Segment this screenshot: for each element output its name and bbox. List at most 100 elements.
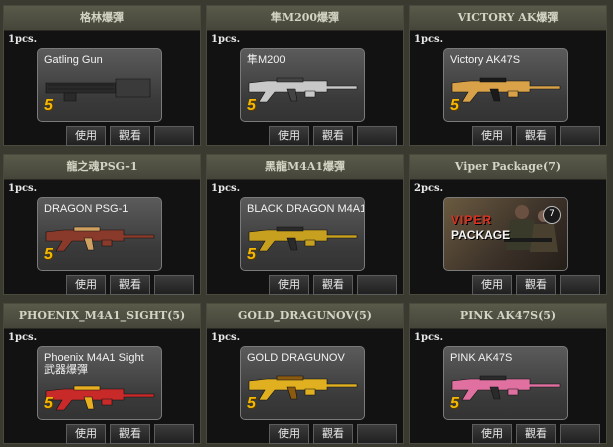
use-button[interactable]: 使用 xyxy=(66,275,106,295)
weapon-name: GOLD DRAGUNOV xyxy=(247,352,360,364)
item-title: Viper Package(7) xyxy=(410,155,606,180)
item-grid: 格林爆彈 1pcs. Gatling Gun 5 使用 觀看 隼M200爆彈 1pcs. 隼M2… xyxy=(0,0,613,447)
weapon-level: 5 xyxy=(44,97,53,114)
use-button[interactable]: 使用 xyxy=(269,424,309,444)
weapon-image xyxy=(45,226,155,252)
view-button[interactable]: 觀看 xyxy=(110,126,150,146)
weapon-name-text: GOLD DRAGUNOV xyxy=(247,352,345,364)
use-button[interactable]: 使用 xyxy=(269,126,309,146)
weapon-image xyxy=(248,226,358,252)
item-card[interactable]: Gatling Gun 5 xyxy=(37,48,162,122)
weapon-name-text: PINK AK47S xyxy=(450,352,513,364)
item-title: 隼M200爆彈 xyxy=(207,6,403,31)
item-card[interactable]: BLACK DRAGON M4A1 5 xyxy=(240,197,365,271)
weapon-level: 5 xyxy=(450,97,459,114)
empty-button-slot xyxy=(560,424,600,444)
use-button[interactable]: 使用 xyxy=(269,275,309,295)
view-button[interactable]: 觀看 xyxy=(516,424,556,444)
package-subtitle: PACKAGE xyxy=(451,228,511,242)
use-button[interactable]: 使用 xyxy=(472,126,512,146)
view-button[interactable]: 觀看 xyxy=(313,424,353,444)
weapon-name: Victory AK47S xyxy=(450,54,563,66)
package-title: VIPER xyxy=(451,213,493,227)
weapon-subtitle: 武器爆彈 xyxy=(44,364,88,376)
item-panel: 格林爆彈 1pcs. Gatling Gun 5 使用 觀看 xyxy=(3,5,201,146)
item-card[interactable]: PINK AK47S 5 xyxy=(443,346,568,420)
item-title: PINK AK47S(5) xyxy=(410,304,606,329)
item-quantity: 2pcs. xyxy=(414,183,444,194)
item-title: VICTORY AK爆彈 xyxy=(410,6,606,31)
view-button[interactable]: 觀看 xyxy=(110,275,150,295)
item-panel: 隼M200爆彈 1pcs. 隼M200 5 使用 觀看 xyxy=(206,5,404,146)
item-quantity: 1pcs. xyxy=(211,34,241,45)
weapon-image xyxy=(451,375,561,401)
weapon-image xyxy=(45,78,151,102)
empty-button-slot xyxy=(154,275,194,295)
empty-button-slot xyxy=(154,424,194,444)
weapon-name: Gatling Gun xyxy=(44,54,157,66)
item-quantity: 1pcs. xyxy=(8,183,38,194)
weapon-image xyxy=(451,77,561,103)
weapon-name-text: Gatling Gun xyxy=(44,54,103,66)
view-button[interactable]: 觀看 xyxy=(313,126,353,146)
item-panel: Viper Package(7) 2pcs. VIPER PACKAGE 7 使用 觀看 xyxy=(409,154,607,295)
view-button[interactable]: 觀看 xyxy=(313,275,353,295)
weapon-level: 5 xyxy=(44,395,53,412)
item-card[interactable]: Victory AK47S 5 xyxy=(443,48,568,122)
item-card[interactable]: Phoenix M4A1 Sight 武器爆彈 5 xyxy=(37,346,162,420)
item-panel: PHOENIX_M4A1_SIGHT(5) 1pcs. Phoenix M4A1 S… xyxy=(3,303,201,444)
weapon-name: BLACK DRAGON M4A1 xyxy=(247,203,364,215)
item-title: 黑龍M4A1爆彈 xyxy=(207,155,403,180)
empty-button-slot xyxy=(154,126,194,146)
item-panel: 黑龍M4A1爆彈 1pcs. BLACK DRAGON M4A1 5 使用 觀看 xyxy=(206,154,404,295)
weapon-name: 隼M200 xyxy=(247,54,360,66)
item-title: 格林爆彈 xyxy=(4,6,200,31)
item-panel: GOLD_DRAGUNOV(5) 1pcs. GOLD DRAGUNOV 5 使用 觀看 xyxy=(206,303,404,444)
item-quantity: 1pcs. xyxy=(8,332,38,343)
item-panel: 龍之魂PSG-1 1pcs. DRAGON PSG-1 5 使用 觀看 xyxy=(3,154,201,295)
package-count-badge: 7 xyxy=(543,206,561,224)
use-button[interactable]: 使用 xyxy=(66,424,106,444)
item-card[interactable]: DRAGON PSG-1 5 xyxy=(37,197,162,271)
weapon-image xyxy=(248,375,358,401)
item-card[interactable]: GOLD DRAGUNOV 5 xyxy=(240,346,365,420)
empty-button-slot xyxy=(357,424,397,444)
view-button[interactable]: 觀看 xyxy=(516,275,556,295)
item-title: 龍之魂PSG-1 xyxy=(4,155,200,180)
weapon-level: 5 xyxy=(450,395,459,412)
empty-button-slot xyxy=(560,126,600,146)
weapon-name: PINK AK47S xyxy=(450,352,563,364)
empty-button-slot xyxy=(357,126,397,146)
item-card[interactable]: 隼M200 5 xyxy=(240,48,365,122)
item-quantity: 1pcs. xyxy=(211,332,241,343)
weapon-level: 5 xyxy=(44,246,53,263)
item-quantity: 1pcs. xyxy=(211,183,241,194)
weapon-image xyxy=(248,77,358,103)
weapon-level: 5 xyxy=(247,395,256,412)
use-button[interactable]: 使用 xyxy=(472,424,512,444)
item-title: GOLD_DRAGUNOV(5) xyxy=(207,304,403,329)
item-quantity: 1pcs. xyxy=(8,34,38,45)
item-card[interactable]: VIPER PACKAGE 7 xyxy=(443,197,568,271)
weapon-level: 5 xyxy=(247,246,256,263)
weapon-level: 5 xyxy=(247,97,256,114)
empty-button-slot xyxy=(357,275,397,295)
weapon-name: Phoenix M4A1 Sight 武器爆彈 xyxy=(44,352,157,376)
item-title: PHOENIX_M4A1_SIGHT(5) xyxy=(4,304,200,329)
weapon-name-text: Phoenix M4A1 Sight xyxy=(44,352,144,364)
item-quantity: 1pcs. xyxy=(414,34,444,45)
weapon-name: DRAGON PSG-1 xyxy=(44,203,157,215)
weapon-name-text: Victory AK47S xyxy=(450,54,521,66)
item-panel: VICTORY AK爆彈 1pcs. Victory AK47S 5 使用 觀看 xyxy=(409,5,607,146)
empty-button-slot xyxy=(560,275,600,295)
item-quantity: 1pcs. xyxy=(414,332,444,343)
weapon-name-text: DRAGON PSG-1 xyxy=(44,203,129,215)
item-panel: PINK AK47S(5) 1pcs. PINK AK47S 5 使用 觀看 xyxy=(409,303,607,444)
use-button[interactable]: 使用 xyxy=(66,126,106,146)
view-button[interactable]: 觀看 xyxy=(110,424,150,444)
view-button[interactable]: 觀看 xyxy=(516,126,556,146)
weapon-name-text: BLACK DRAGON M4A1 xyxy=(247,203,365,215)
weapon-name-text: 隼M200 xyxy=(247,54,286,66)
use-button[interactable]: 使用 xyxy=(472,275,512,295)
weapon-image xyxy=(45,385,155,411)
